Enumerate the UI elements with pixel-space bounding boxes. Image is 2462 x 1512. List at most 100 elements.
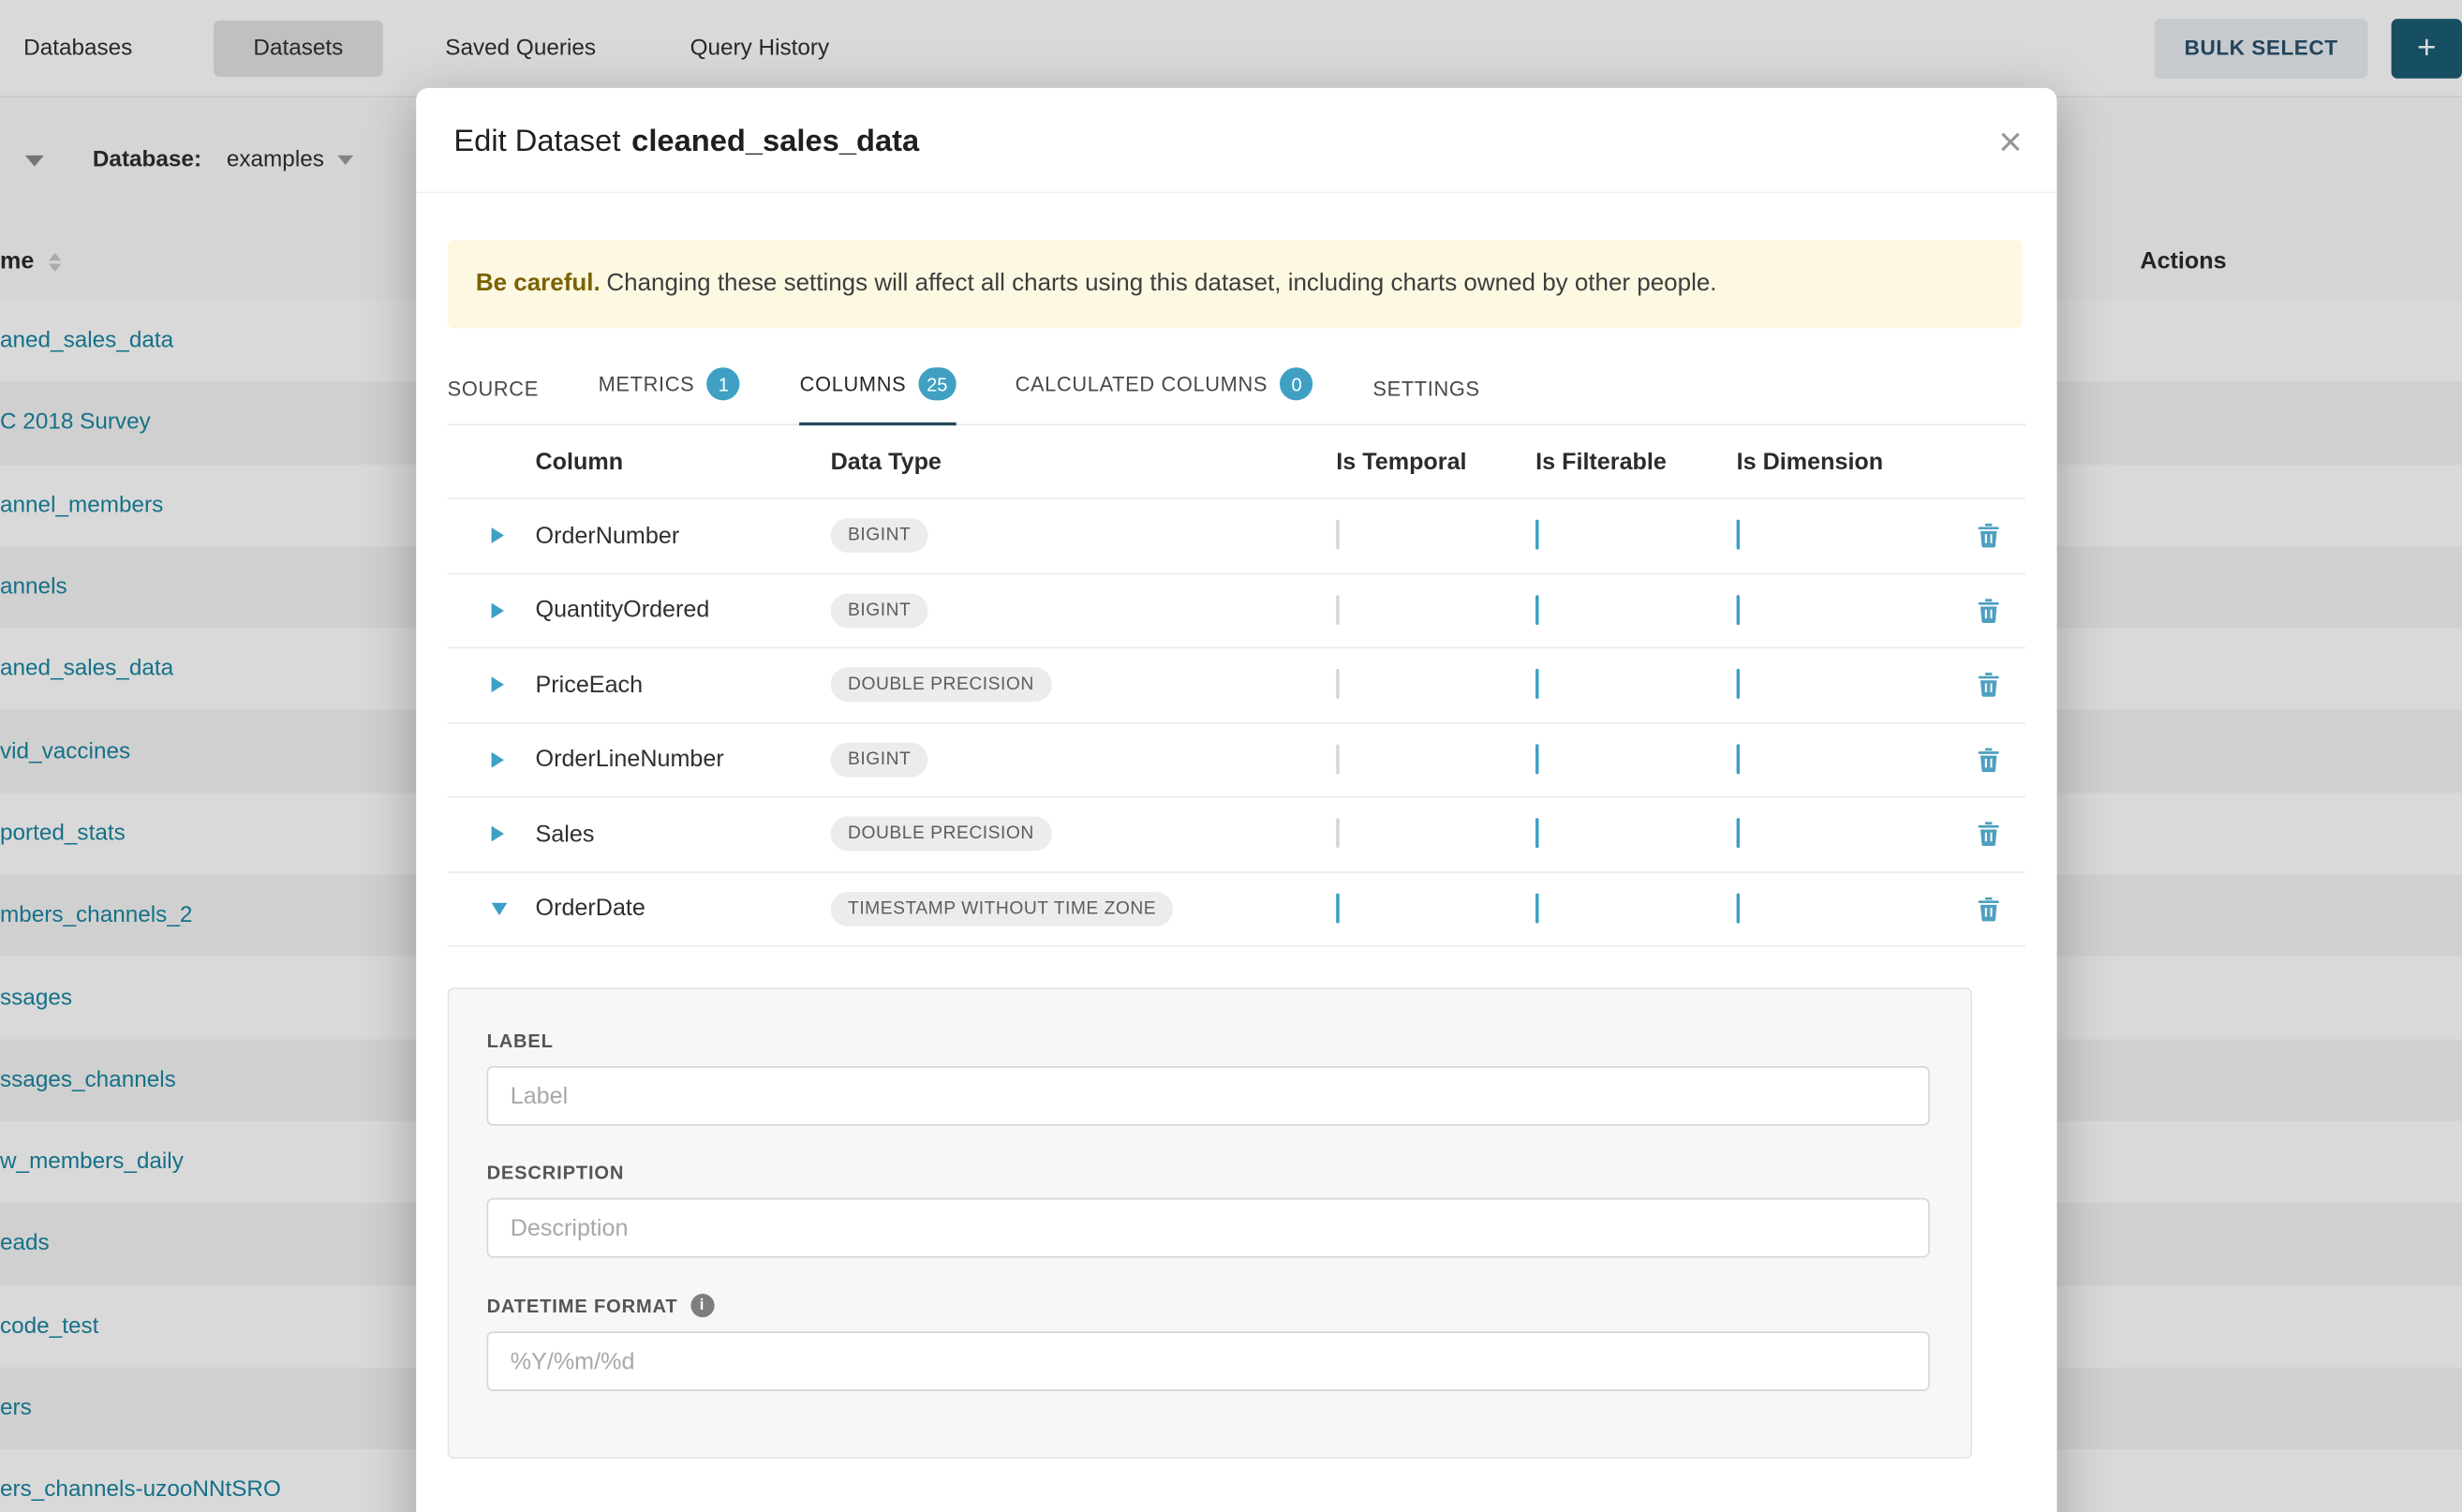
edit-dataset-modal: Edit Dataset cleaned_sales_data × Be care… <box>416 88 2056 1512</box>
data-type-pill: TIMESTAMP WITHOUT TIME ZONE <box>831 892 1174 926</box>
trash-icon <box>1976 747 1999 772</box>
expand-caret-icon[interactable] <box>492 826 504 842</box>
modal-tabs: SOURCE METRICS 1 COLUMNS 25 CALCULATED C… <box>448 347 2025 425</box>
datetime-format-field-label-text: DATETIME FORMAT <box>487 1295 678 1316</box>
description-field-label: DESCRIPTION <box>487 1162 1930 1183</box>
column-row: OrderDate TIMESTAMP WITHOUT TIME ZONE <box>448 872 2025 947</box>
label-input[interactable] <box>487 1066 1930 1126</box>
trash-icon <box>1976 598 1999 623</box>
delete-column-button[interactable] <box>1950 524 2025 549</box>
tab-source-label: SOURCE <box>448 377 539 400</box>
tab-source[interactable]: SOURCE <box>448 356 539 425</box>
column-name: PriceEach <box>536 672 831 698</box>
data-type-pill: DOUBLE PRECISION <box>831 817 1052 852</box>
column-row: PriceEach DOUBLE PRECISION <box>448 648 2025 723</box>
is-filterable-checkbox[interactable] <box>1535 819 1538 849</box>
data-type-pill: DOUBLE PRECISION <box>831 668 1052 703</box>
modal-title: Edit Dataset cleaned_sales_data <box>453 124 919 160</box>
tab-columns-label: COLUMNS <box>800 372 907 395</box>
tab-settings[interactable]: SETTINGS <box>1372 356 1479 425</box>
warning-banner: Be careful.Changing these settings will … <box>448 240 2023 328</box>
trash-icon <box>1976 524 1999 549</box>
header-is-temporal: Is Temporal <box>1336 449 1535 475</box>
column-name: Sales <box>536 821 831 847</box>
column-row: QuantityOrdered BIGINT <box>448 574 2025 649</box>
label-field-label: LABEL <box>487 1030 1930 1051</box>
is-filterable-checkbox[interactable] <box>1535 520 1538 550</box>
expand-caret-icon[interactable] <box>492 751 504 767</box>
is-dimension-checkbox[interactable] <box>1737 819 1740 849</box>
column-name: OrderNumber <box>536 523 831 549</box>
tab-calculated-columns-label: CALCULATED COLUMNS <box>1016 372 1268 395</box>
modal-header: Edit Dataset cleaned_sales_data × <box>416 88 2056 193</box>
column-detail-panel: LABEL DESCRIPTION DATETIME FORMAT i <box>448 987 1972 1459</box>
modal-title-prefix: Edit Dataset <box>453 124 620 158</box>
is-dimension-checkbox[interactable] <box>1737 893 1740 923</box>
is-filterable-checkbox[interactable] <box>1535 595 1538 625</box>
warning-bold-text: Be careful. <box>476 270 601 296</box>
screen: Databases Datasets Saved Queries Query H… <box>0 0 2462 1512</box>
is-dimension-checkbox[interactable] <box>1737 595 1740 625</box>
column-row: OrderLineNumber BIGINT <box>448 723 2025 798</box>
delete-column-button[interactable] <box>1950 897 2025 922</box>
trash-icon <box>1976 897 1999 922</box>
expand-caret-icon[interactable] <box>492 902 508 914</box>
calculated-columns-count-badge: 0 <box>1281 367 1313 400</box>
datetime-format-field-group: DATETIME FORMAT i <box>487 1294 1930 1391</box>
is-temporal-checkbox[interactable] <box>1336 744 1339 774</box>
close-icon[interactable]: × <box>1998 121 2022 162</box>
columns-count-badge: 25 <box>919 367 956 400</box>
is-dimension-checkbox[interactable] <box>1737 520 1740 550</box>
data-type-pill: BIGINT <box>831 593 928 628</box>
header-is-filterable: Is Filterable <box>1535 449 1737 475</box>
info-icon[interactable]: i <box>690 1294 714 1317</box>
header-column: Column <box>536 449 831 475</box>
tab-settings-label: SETTINGS <box>1372 377 1479 400</box>
column-name: QuantityOrdered <box>536 597 831 623</box>
datetime-format-field-label: DATETIME FORMAT i <box>487 1294 1930 1317</box>
trash-icon <box>1976 673 1999 698</box>
delete-column-button[interactable] <box>1950 598 2025 623</box>
tab-metrics[interactable]: METRICS 1 <box>599 347 740 425</box>
is-filterable-checkbox[interactable] <box>1535 893 1538 923</box>
label-field-label-text: LABEL <box>487 1030 554 1051</box>
data-type-pill: BIGINT <box>831 742 928 777</box>
column-row: OrderNumber BIGINT <box>448 499 2025 574</box>
columns-table: Column Data Type Is Temporal Is Filterab… <box>448 425 2025 946</box>
tab-metrics-label: METRICS <box>599 372 695 395</box>
tab-columns[interactable]: COLUMNS 25 <box>800 347 956 425</box>
columns-table-header: Column Data Type Is Temporal Is Filterab… <box>448 425 2025 499</box>
column-name: OrderLineNumber <box>536 747 831 773</box>
datetime-format-input[interactable] <box>487 1331 1930 1391</box>
header-is-dimension: Is Dimension <box>1737 449 1941 475</box>
is-temporal-checkbox[interactable] <box>1336 595 1339 625</box>
is-temporal-checkbox[interactable] <box>1336 669 1339 699</box>
metrics-count-badge: 1 <box>707 367 740 400</box>
expand-caret-icon[interactable] <box>492 602 504 618</box>
column-name: OrderDate <box>536 896 831 922</box>
label-field-group: LABEL <box>487 1030 1930 1125</box>
trash-icon <box>1976 822 1999 847</box>
description-field-label-text: DESCRIPTION <box>487 1162 625 1183</box>
expand-caret-icon[interactable] <box>492 677 504 693</box>
columns-table-body: OrderNumber BIGINT QuantityOrdered BIGIN… <box>448 499 2025 947</box>
is-temporal-checkbox[interactable] <box>1336 893 1339 923</box>
is-temporal-checkbox[interactable] <box>1336 819 1339 849</box>
description-field-group: DESCRIPTION <box>487 1162 1930 1257</box>
is-temporal-checkbox[interactable] <box>1336 520 1339 550</box>
modal-title-dataset-name: cleaned_sales_data <box>631 124 919 158</box>
is-dimension-checkbox[interactable] <box>1737 744 1740 774</box>
delete-column-button[interactable] <box>1950 747 2025 772</box>
delete-column-button[interactable] <box>1950 822 2025 847</box>
data-type-pill: BIGINT <box>831 519 928 554</box>
description-input[interactable] <box>487 1198 1930 1258</box>
delete-column-button[interactable] <box>1950 673 2025 698</box>
header-data-type: Data Type <box>831 449 1337 475</box>
expand-caret-icon[interactable] <box>492 528 504 544</box>
tab-calculated-columns[interactable]: CALCULATED COLUMNS 0 <box>1016 347 1313 425</box>
is-filterable-checkbox[interactable] <box>1535 669 1538 699</box>
is-filterable-checkbox[interactable] <box>1535 744 1538 774</box>
warning-text: Changing these settings will affect all … <box>606 270 1716 296</box>
is-dimension-checkbox[interactable] <box>1737 669 1740 699</box>
column-row: Sales DOUBLE PRECISION <box>448 797 2025 872</box>
